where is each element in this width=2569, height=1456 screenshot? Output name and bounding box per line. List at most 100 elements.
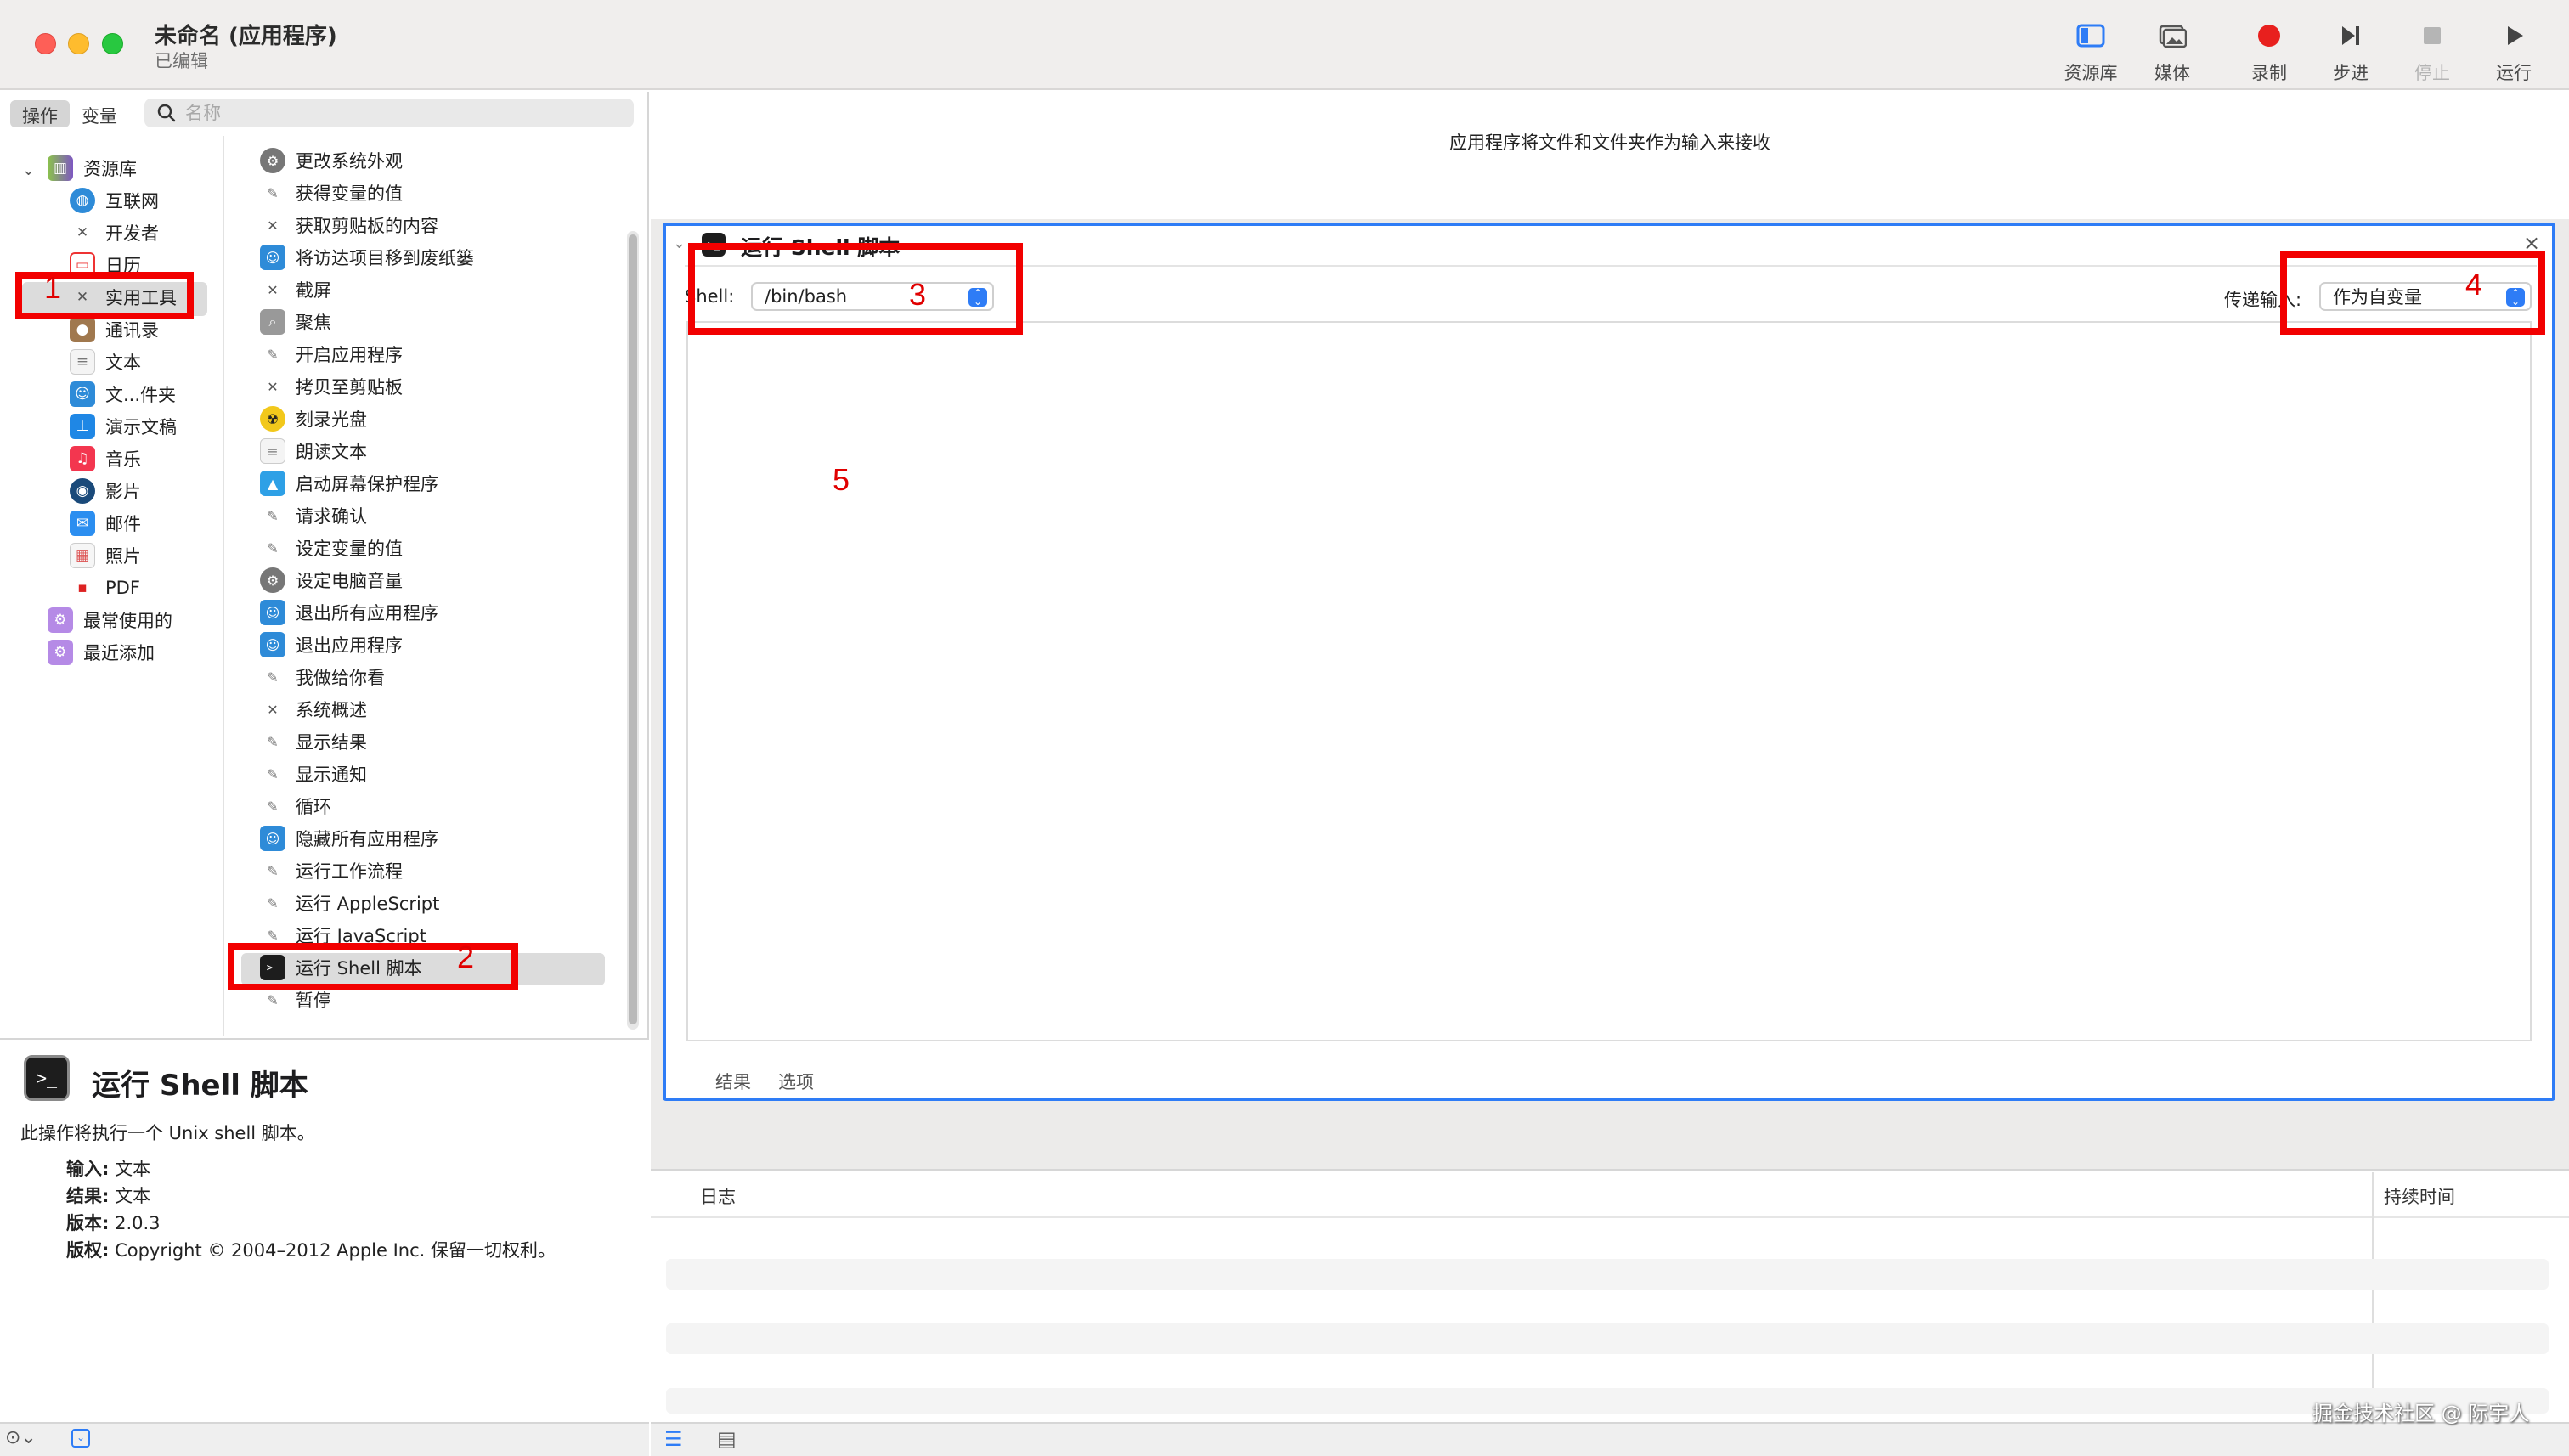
tab-options[interactable]: 选项 [778,1069,814,1094]
gear-icon: ⚙ [260,567,285,593]
automator-icon: ✎ [267,798,279,815]
annotation-number-5: 5 [833,462,850,497]
category-library[interactable]: ▥ 资源库 [48,153,137,183]
finder-icon: ☺ [260,600,285,625]
automator-icon: ✎ [267,346,279,363]
library-search [144,99,634,127]
list-item[interactable]: ✎ 运行工作流程 [260,855,403,886]
toolbar-media-button[interactable]: 媒体 [2134,19,2210,87]
search-input[interactable] [185,100,610,126]
annotation-box-2 [228,943,518,990]
toolbar-step-button[interactable]: 步进 [2312,19,2389,87]
list-item[interactable]: ✎ 运行 AppleScript [260,888,439,918]
category-presentations[interactable]: ⊥ 演示文稿 [70,411,177,442]
toolbar-library-button[interactable]: 资源库 [2052,19,2129,87]
automator-icon: ✎ [267,765,279,782]
action-menu-icon[interactable]: ⊙⌄ [5,1427,37,1448]
close-window-button[interactable] [35,33,56,54]
tools-icon: ✕ [76,224,89,241]
finder-icon: ☺ [260,826,285,851]
category-internet[interactable]: ◍ 互联网 [70,185,159,216]
list-item[interactable]: ☺ 退出所有应用程序 [260,597,438,628]
list-item[interactable]: ✎ 开启应用程序 [260,339,403,370]
list-item[interactable]: ✎ 循环 [260,791,331,821]
list-item[interactable]: ☺ 退出应用程序 [260,629,403,660]
toolbar-library-label: 资源库 [2064,63,2118,83]
finder-icon: ☺ [70,381,95,407]
quicktime-icon: ◉ [70,478,95,504]
photo-icon [2159,25,2187,48]
list-item[interactable]: ⚙ 更改系统外观 [260,145,403,176]
library-bottom-bar: ⊙⌄ ⌄ [0,1422,649,1456]
toolbar-stop-button[interactable]: 停止 [2394,19,2470,87]
list-item[interactable]: ✎ 我做给你看 [260,662,385,692]
annotation-number-2: 2 [457,940,475,974]
tools-icon: ✕ [267,701,279,718]
window-subtitle: 已编辑 [155,51,208,71]
list-item[interactable]: ≡ 朗读文本 [260,436,367,466]
category-most-used[interactable]: ⚙ 最常使用的 [48,605,172,635]
category-photos[interactable]: ▦ 照片 [70,540,141,571]
list-item[interactable]: ☢ 刻录光盘 [260,404,367,434]
category-recently-added[interactable]: ⚙ 最近添加 [48,637,155,668]
script-editor[interactable] [686,321,2532,1041]
split-view-icon[interactable]: ▤ [717,1427,737,1451]
list-item[interactable]: ✕ 拷贝至剪贴板 [260,371,403,402]
category-music[interactable]: ♫ 音乐 [70,443,141,474]
category-pdf[interactable]: ▪ PDF [70,573,140,603]
collapse-chevron-icon[interactable]: ⌄ [673,234,686,252]
tab-results[interactable]: 结果 [715,1069,751,1094]
text-document-icon: ≡ [70,349,95,375]
toolbar-record-button[interactable]: 录制 [2231,19,2307,87]
zoom-window-button[interactable] [102,33,123,54]
description-toggle-icon[interactable]: ⌄ [71,1429,90,1448]
list-item[interactable]: ☺ 隐藏所有应用程序 [260,823,438,854]
category-developer[interactable]: ✕ 开发者 [70,217,159,248]
category-movies[interactable]: ◉ 影片 [70,476,141,506]
category-files-folders[interactable]: ☺ 文...件夹 [70,379,176,409]
description-input-row: 输入: 文本 [66,1159,151,1179]
window-title: 未命名 (应用程序) [155,24,337,49]
library-icon: ▥ [48,155,73,181]
list-item[interactable]: ⚙ 设定电脑音量 [260,565,403,595]
smart-folder-icon: ⚙ [48,640,73,665]
list-view-icon[interactable]: ☰ [664,1427,683,1451]
annotation-box-4 [2280,251,2545,335]
list-item[interactable]: ✕ 截屏 [260,274,331,305]
script-textarea[interactable] [688,323,2530,1040]
action-list-scroll-thumb[interactable] [629,234,637,1024]
tab-variables[interactable]: 变量 [70,100,129,127]
category-text[interactable]: ≡ 文本 [70,347,141,377]
chevron-down-icon[interactable]: ⌄ [22,161,35,179]
keynote-icon: ⊥ [70,414,95,439]
globe-icon: ◍ [70,188,95,213]
toolbar-run-label: 运行 [2496,63,2532,83]
log-column-header[interactable]: 日志 [700,1183,736,1209]
category-mail[interactable]: ✉ 邮件 [70,508,141,539]
toolbar-run-button[interactable]: 运行 [2476,19,2552,87]
workflow-bottom-bar: ☰ ▤ [651,1422,2569,1456]
list-item[interactable]: ☺ 将访达项目移到废纸篓 [260,242,474,273]
list-item[interactable]: ▲ 启动屏幕保护程序 [260,468,438,499]
list-item[interactable]: ✕ 系统概述 [260,694,367,725]
list-item[interactable]: ✎ 显示通知 [260,759,367,789]
tools-icon: ✕ [267,217,279,234]
description-text: 此操作将执行一个 Unix shell 脚本。 [20,1123,315,1143]
list-item[interactable]: ⌕ 聚焦 [260,307,331,337]
automator-icon: ✎ [267,894,279,911]
tab-actions[interactable]: 操作 [10,100,70,127]
list-item[interactable]: ✎ 请求确认 [260,500,367,531]
list-item[interactable]: ✎ 显示结果 [260,726,367,757]
stop-icon [2424,27,2441,44]
list-item[interactable]: ✕ 获取剪贴板的内容 [260,210,438,240]
description-copyright-row: 版权: Copyright © 2004–2012 Apple Inc. 保留一… [66,1240,556,1261]
list-item[interactable]: ✎ 获得变量的值 [260,178,403,208]
log-column-divider [2372,1172,2374,1422]
step-icon [2342,26,2359,45]
pdf-icon: ▪ [70,575,95,601]
mail-icon: ✉ [70,511,95,536]
automator-icon: ✎ [267,991,279,1008]
minimize-window-button[interactable] [68,33,89,54]
list-item[interactable]: ✎ 设定变量的值 [260,533,403,563]
duration-column-header[interactable]: 持续时间 [2384,1183,2455,1209]
